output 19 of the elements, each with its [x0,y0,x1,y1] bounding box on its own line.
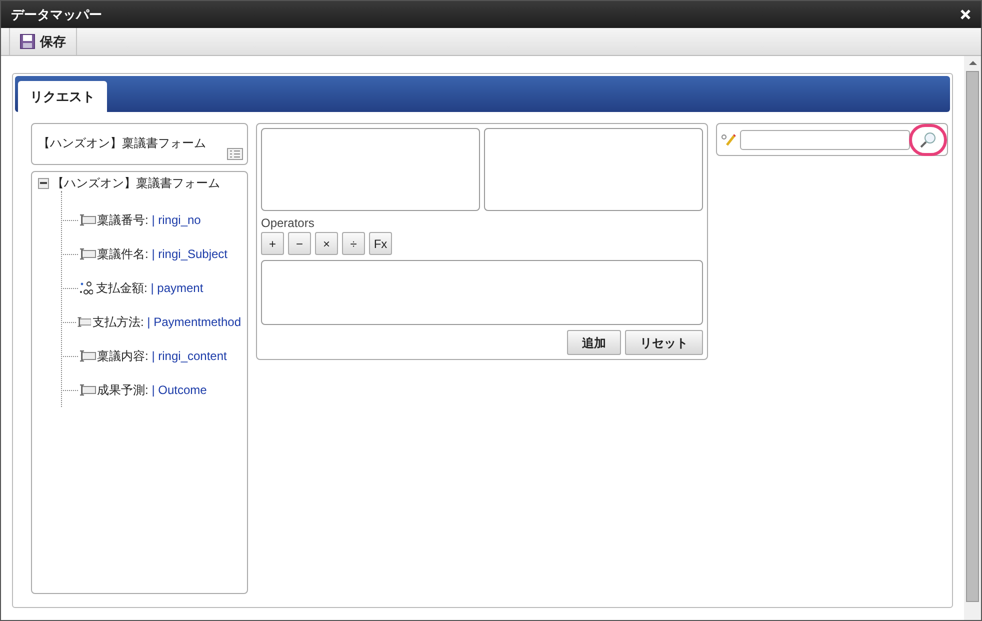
tree-item[interactable]: 稟議件名: | ringi_Subject [97,245,228,263]
operator-button[interactable]: − [288,232,311,255]
action-button[interactable]: 追加 [567,330,621,355]
operator-button[interactable]: + [261,232,284,255]
operator-button[interactable]: × [315,232,338,255]
action-button[interactable]: リセット [625,330,703,355]
tree-item[interactable]: 稟議内容: | ringi_content [97,347,227,365]
tree-item[interactable]: 支払方法: | Paymentmethod [92,313,241,331]
tree-root[interactable]: 【ハンズオン】稟議書フォーム [52,174,220,192]
tree-item[interactable]: 稟議番号: | ringi_no [97,211,201,229]
operators-label: Operators [261,215,316,232]
tree-item[interactable]: 支払金額: | payment [96,279,204,297]
operator-button[interactable]: Fx [369,232,392,255]
window-title: データマッパー [11,6,102,24]
tree-item[interactable]: 成果予測: | Outcome [97,381,207,399]
operator-button[interactable]: ÷ [342,232,365,255]
save-button[interactable]: 保存 [9,28,77,55]
form-title: 【ハンズオン】稟議書フォーム [38,136,206,150]
tab[interactable]: リクエスト [18,81,107,112]
